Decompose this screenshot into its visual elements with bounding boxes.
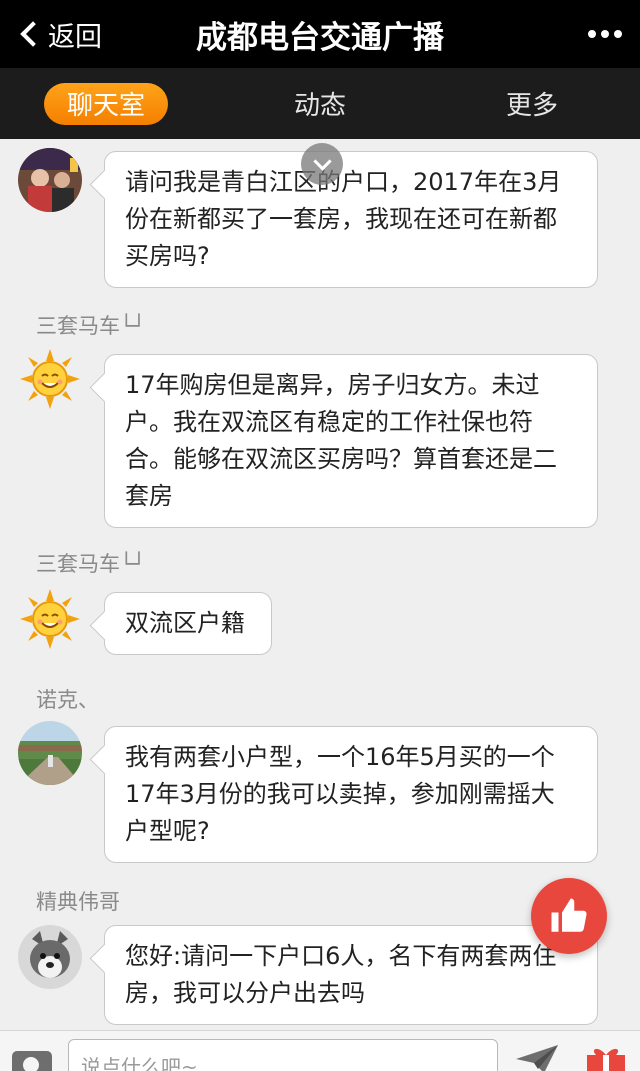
dot-icon — [601, 30, 609, 38]
paper-plane-icon — [516, 1045, 558, 1071]
message-bubble: 您好:请问一下户口6人，名下有两套两住房，我可以分户出去吗 — [104, 925, 598, 1025]
user-avatar[interactable] — [18, 587, 82, 651]
like-button[interactable] — [531, 878, 607, 954]
scroll-down-button[interactable] — [301, 143, 343, 185]
input-bar — [0, 1030, 640, 1071]
photo-avatar-icon — [18, 148, 82, 212]
tab-label: 聊天室 — [44, 82, 168, 125]
back-label: 返回 — [48, 21, 102, 53]
sender-name: 三套马车└┘ — [36, 314, 146, 338]
sender-name: 三套马车└┘ — [36, 552, 146, 576]
thumbs-up-icon — [551, 898, 587, 932]
chevron-left-icon — [20, 21, 46, 47]
dog-avatar-icon — [18, 925, 82, 989]
more-options-button[interactable] — [588, 22, 622, 46]
tab-more[interactable]: 更多 — [470, 68, 594, 139]
user-avatar[interactable] — [18, 148, 82, 212]
tab-moments[interactable]: 动态 — [258, 68, 382, 139]
user-avatar[interactable] — [18, 925, 82, 989]
dot-icon — [588, 30, 596, 38]
message-bubble: 请问我是青白江区的户口，2017年在3月份在新都买了一套房，我现在还可在新都买房… — [104, 151, 598, 288]
dot-icon — [614, 30, 622, 38]
user-avatar[interactable] — [18, 721, 82, 785]
sun-avatar-icon — [20, 589, 80, 649]
sun-avatar-icon — [20, 349, 80, 409]
message-bubble: 17年购房但是离异，房子归女方。未过户。我在双流区有稳定的工作社保也符合。能够在… — [104, 354, 598, 528]
tab-bar: 聊天室 动态 更多 — [0, 68, 640, 139]
landscape-avatar-icon — [18, 721, 82, 785]
message-bubble: 双流区户籍 — [104, 592, 272, 655]
tab-chatroom[interactable]: 聊天室 — [44, 68, 168, 139]
tab-label: 更多 — [505, 91, 558, 121]
camera-icon[interactable] — [12, 1051, 52, 1071]
sender-name: 诺克、 — [36, 688, 99, 712]
send-button[interactable] — [514, 1043, 560, 1071]
top-bar: 返回 成都电台交通广播 — [0, 0, 640, 68]
gift-icon[interactable] — [584, 1045, 628, 1071]
chevron-down-icon — [312, 151, 332, 171]
back-button[interactable]: 返回 — [14, 14, 102, 54]
message-input[interactable] — [68, 1039, 498, 1071]
sender-name: 精典伟哥 — [36, 890, 120, 914]
user-avatar[interactable] — [18, 347, 82, 411]
tab-label: 动态 — [293, 91, 346, 121]
message-bubble: 我有两套小户型，一个16年5月买的一个17年3月份的我可以卖掉，参加刚需摇大户型… — [104, 726, 598, 863]
